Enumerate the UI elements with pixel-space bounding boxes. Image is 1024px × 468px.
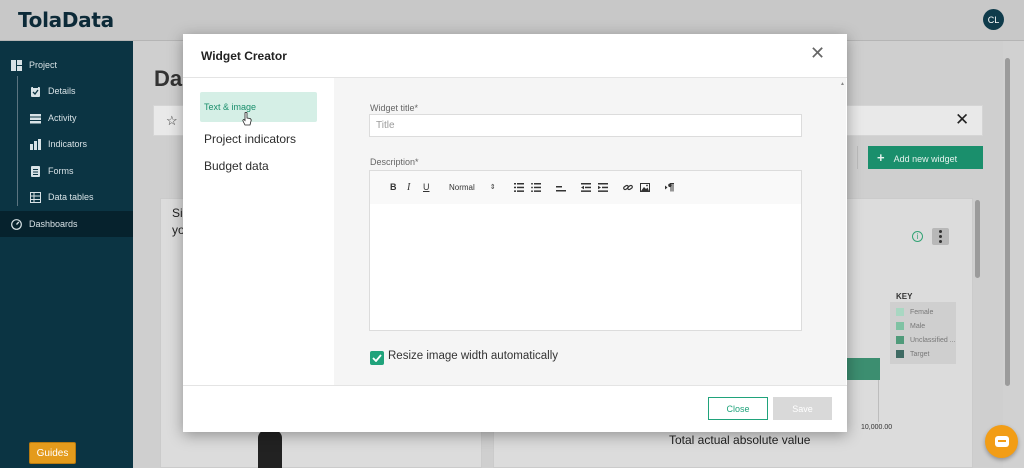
widget-title-input[interactable]	[369, 114, 802, 137]
stack-icon	[30, 113, 41, 123]
image-button[interactable]	[640, 181, 650, 193]
sidebar-item-indicators[interactable]: Indicators	[0, 131, 133, 157]
ordered-list-icon	[514, 182, 524, 192]
bold-button[interactable]: B	[390, 181, 397, 193]
page-title: Da	[154, 66, 183, 91]
form-icon	[31, 165, 40, 177]
sidebar-item-project[interactable]: Project	[0, 52, 133, 78]
ordered-list-button[interactable]	[514, 181, 524, 193]
image-icon	[640, 182, 650, 192]
description-label: Description*	[370, 157, 419, 167]
widget-type-tabs: Text & image Project indicators Budget d…	[183, 78, 334, 385]
sidebar-item-label: Data tables	[48, 192, 94, 202]
sidebar-item-label: Indicators	[48, 139, 88, 149]
sidebar-item-forms[interactable]: Forms	[0, 158, 133, 184]
rtl-icon	[665, 182, 674, 191]
project-icon	[11, 59, 22, 71]
resize-image-label[interactable]: Resize image width automatically	[388, 350, 558, 362]
link-button[interactable]	[623, 181, 633, 193]
app-logo[interactable]: TolaData	[18, 8, 114, 32]
guides-button[interactable]: Guides	[29, 442, 76, 464]
axis-tick-label: 10,000.00	[861, 424, 893, 431]
indent-button[interactable]	[598, 181, 608, 193]
close-icon[interactable]: ✕	[955, 110, 969, 130]
outdent-button[interactable]	[581, 181, 591, 193]
sidebar-item-label: Details	[48, 86, 76, 96]
axis-title: Total actual absolute value	[669, 433, 811, 447]
indent-icon	[598, 182, 608, 192]
chat-icon	[994, 436, 1009, 447]
sidebar-item-label: Dashboards	[29, 219, 78, 229]
checkmark-icon	[372, 354, 382, 362]
form-scrollbar[interactable]: ▲	[839, 79, 846, 384]
chart-gridline	[878, 380, 879, 422]
widget-creator-modal: Widget Creator ✕ Text & image Project in…	[183, 34, 847, 432]
card-scrollbar[interactable]	[975, 200, 980, 278]
page-scrollbar-thumb[interactable]	[1005, 58, 1010, 386]
sidebar-item-data-tables[interactable]: Data tables	[0, 184, 133, 210]
modal-header: Widget Creator ✕	[183, 34, 847, 78]
select-arrows-icon: ⇕	[489, 184, 496, 191]
clipboard-icon	[31, 85, 40, 97]
info-icon[interactable]: i	[912, 231, 923, 242]
legend-item: Male	[896, 322, 925, 330]
outdent-icon	[581, 182, 591, 192]
sidebar-item-label: Project	[29, 60, 58, 70]
format-select[interactable]: Normal ⇕	[449, 181, 496, 193]
tab-text-image[interactable]: Text & image	[200, 92, 317, 122]
scroll-up-icon[interactable]: ▲	[840, 81, 845, 87]
text-direction-button[interactable]	[665, 181, 675, 193]
hand-cursor-icon	[242, 112, 252, 126]
sidebar-item-dashboards[interactable]: Dashboards	[0, 211, 133, 237]
legend-item: Female	[896, 308, 933, 316]
format-select-value: Normal	[449, 182, 475, 192]
legend-title: KEY	[896, 292, 913, 301]
sidebar-item-details[interactable]: Details	[0, 78, 133, 104]
close-button[interactable]: Close	[708, 397, 768, 420]
save-button[interactable]: Save	[773, 397, 832, 420]
sidebar-item-label: Activity	[48, 113, 77, 123]
plus-icon: +	[877, 150, 885, 165]
user-avatar[interactable]: CL	[983, 9, 1004, 30]
tab-project-indicators[interactable]: Project indicators	[200, 124, 317, 154]
add-widget-label: Add new widget	[893, 154, 958, 164]
bullet-list-button[interactable]	[531, 181, 541, 193]
align-left-icon	[556, 185, 566, 191]
resize-image-checkbox[interactable]	[370, 351, 384, 365]
table-icon	[30, 191, 41, 203]
underline-button[interactable]: U	[423, 181, 430, 193]
description-editor[interactable]: B I U Normal ⇕	[369, 170, 802, 331]
italic-button[interactable]: I	[407, 181, 410, 193]
legend-item: Target	[896, 350, 929, 358]
tab-budget-data[interactable]: Budget data	[200, 151, 317, 181]
modal-title: Widget Creator	[201, 49, 287, 63]
add-new-widget-button[interactable]: + Add new widget	[868, 146, 983, 169]
sidebar-item-label: Forms	[48, 166, 74, 176]
legend-item: Unclassified ...	[896, 336, 956, 344]
modal-close-icon[interactable]: ✕	[810, 44, 826, 62]
align-button[interactable]	[556, 181, 566, 193]
widget-title-label: Widget title*	[370, 103, 419, 113]
dashboard-icon	[11, 218, 22, 230]
toolbar-divider	[857, 146, 858, 169]
star-icon[interactable]: ☆	[166, 113, 178, 129]
link-icon	[623, 184, 633, 190]
chat-button[interactable]	[985, 425, 1018, 458]
sidebar: Project Details Activity Indicators Form…	[0, 41, 133, 468]
illustration-figure	[258, 430, 282, 468]
kebab-menu-icon[interactable]	[932, 228, 949, 245]
editor-toolbar: B I U Normal ⇕	[370, 171, 801, 204]
bar-chart-icon	[30, 138, 41, 150]
sidebar-item-activity[interactable]: Activity	[0, 105, 133, 131]
bullet-list-icon	[531, 182, 541, 192]
